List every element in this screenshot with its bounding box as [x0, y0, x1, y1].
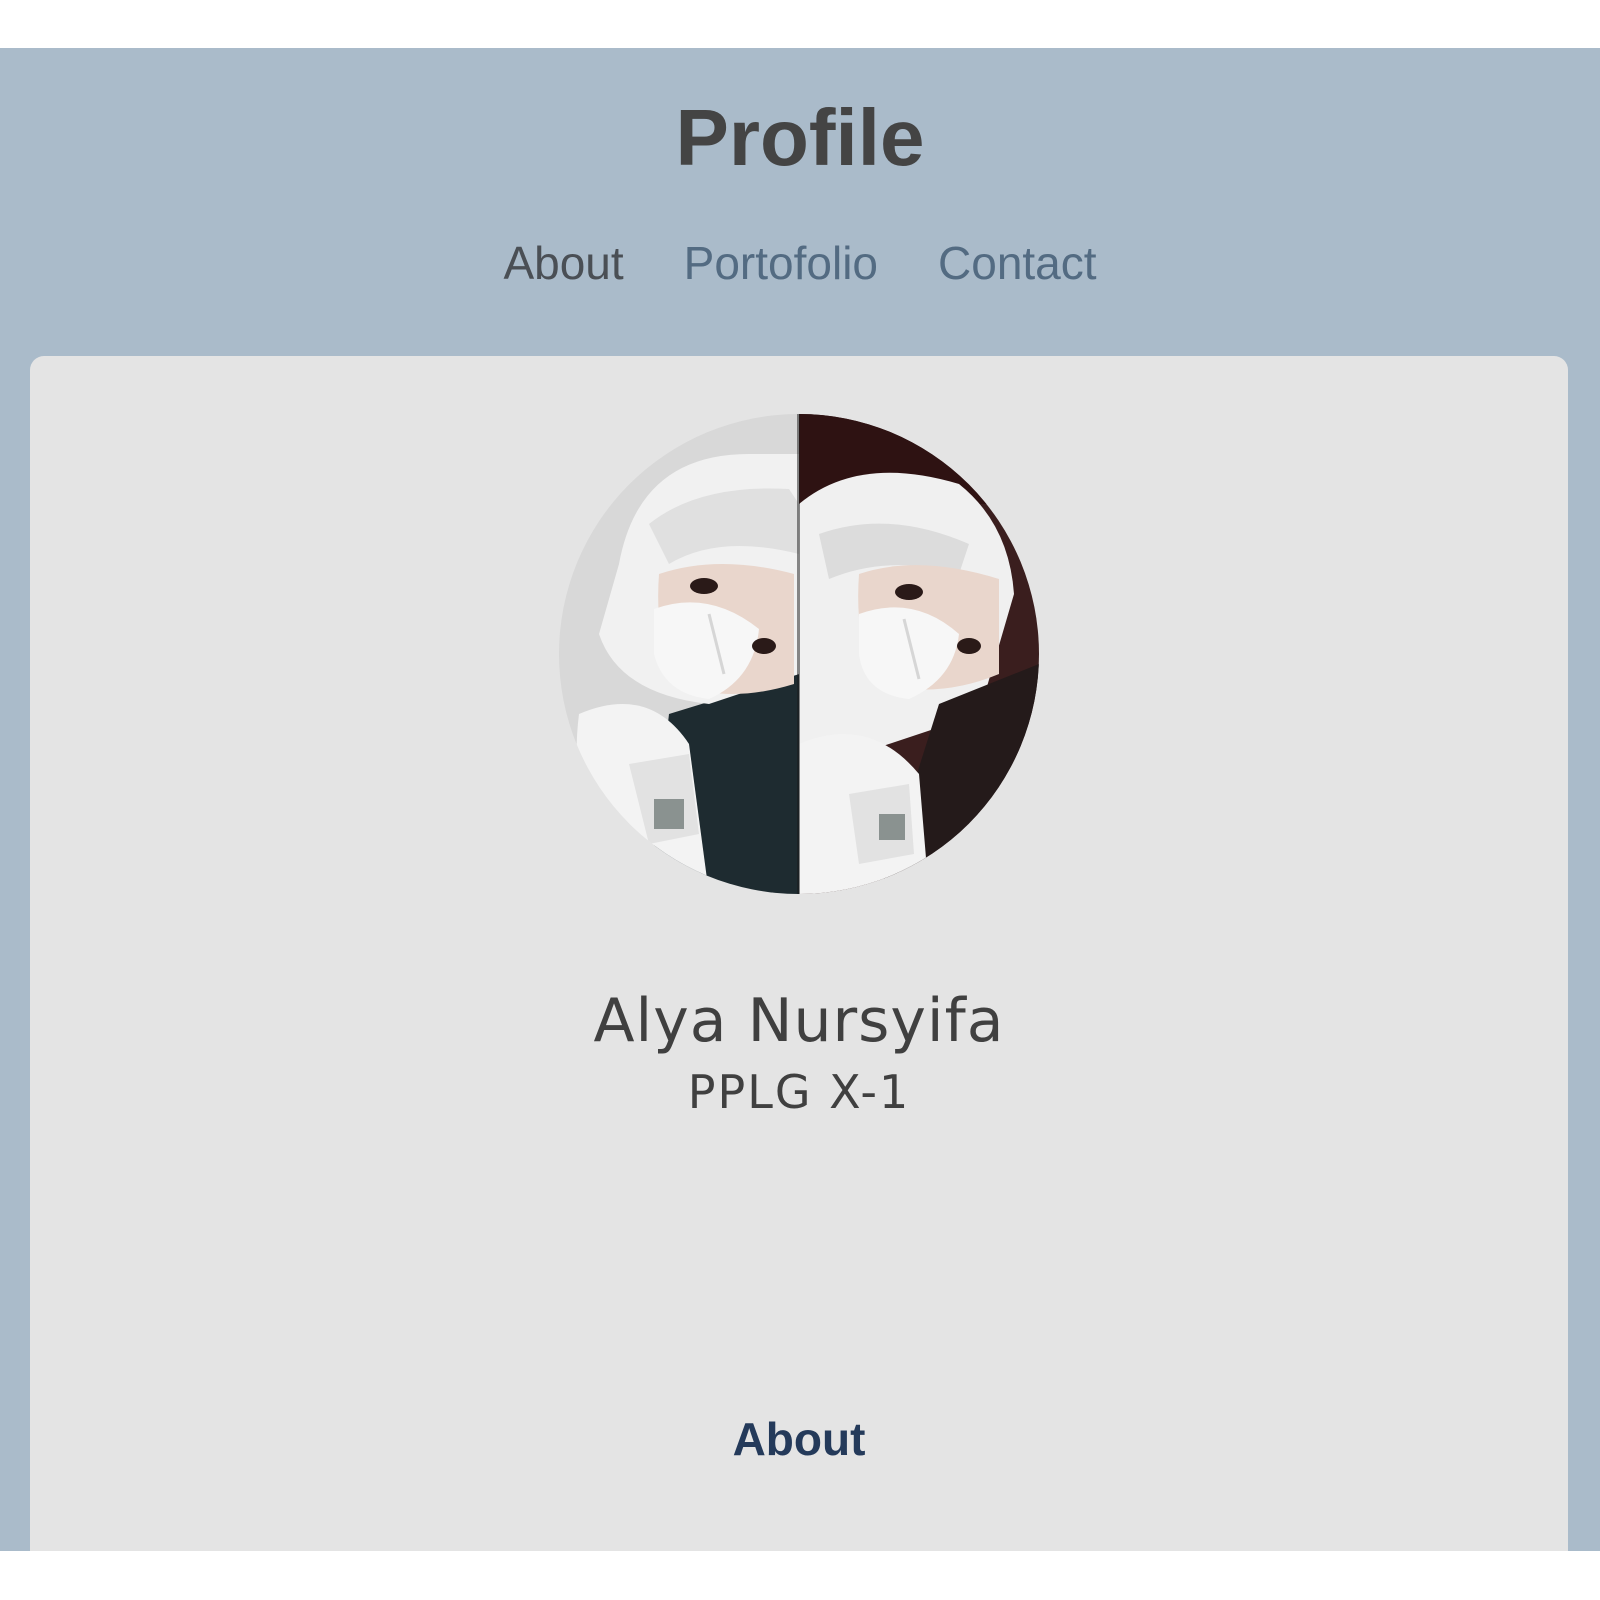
nav-about-link[interactable]: About	[503, 233, 623, 293]
page-title: Profile	[675, 93, 925, 182]
avatar	[559, 414, 1039, 894]
main-nav: About Portofolio Contact	[0, 233, 1600, 293]
profile-photo	[559, 414, 1039, 894]
nav-portfolio-link[interactable]: Portofolio	[684, 233, 878, 293]
profile-name: Alya Nursyifa	[593, 986, 1005, 1056]
nav-contact-link[interactable]: Contact	[938, 233, 1097, 293]
profile-card: Alya Nursyifa PPLG X-1 About	[30, 356, 1568, 1551]
page-background: Profile About Portofolio Contact Alya Nu…	[0, 48, 1600, 1551]
profile-class: PPLG X-1	[687, 1065, 911, 1119]
about-section-heading: About	[732, 1413, 866, 1465]
